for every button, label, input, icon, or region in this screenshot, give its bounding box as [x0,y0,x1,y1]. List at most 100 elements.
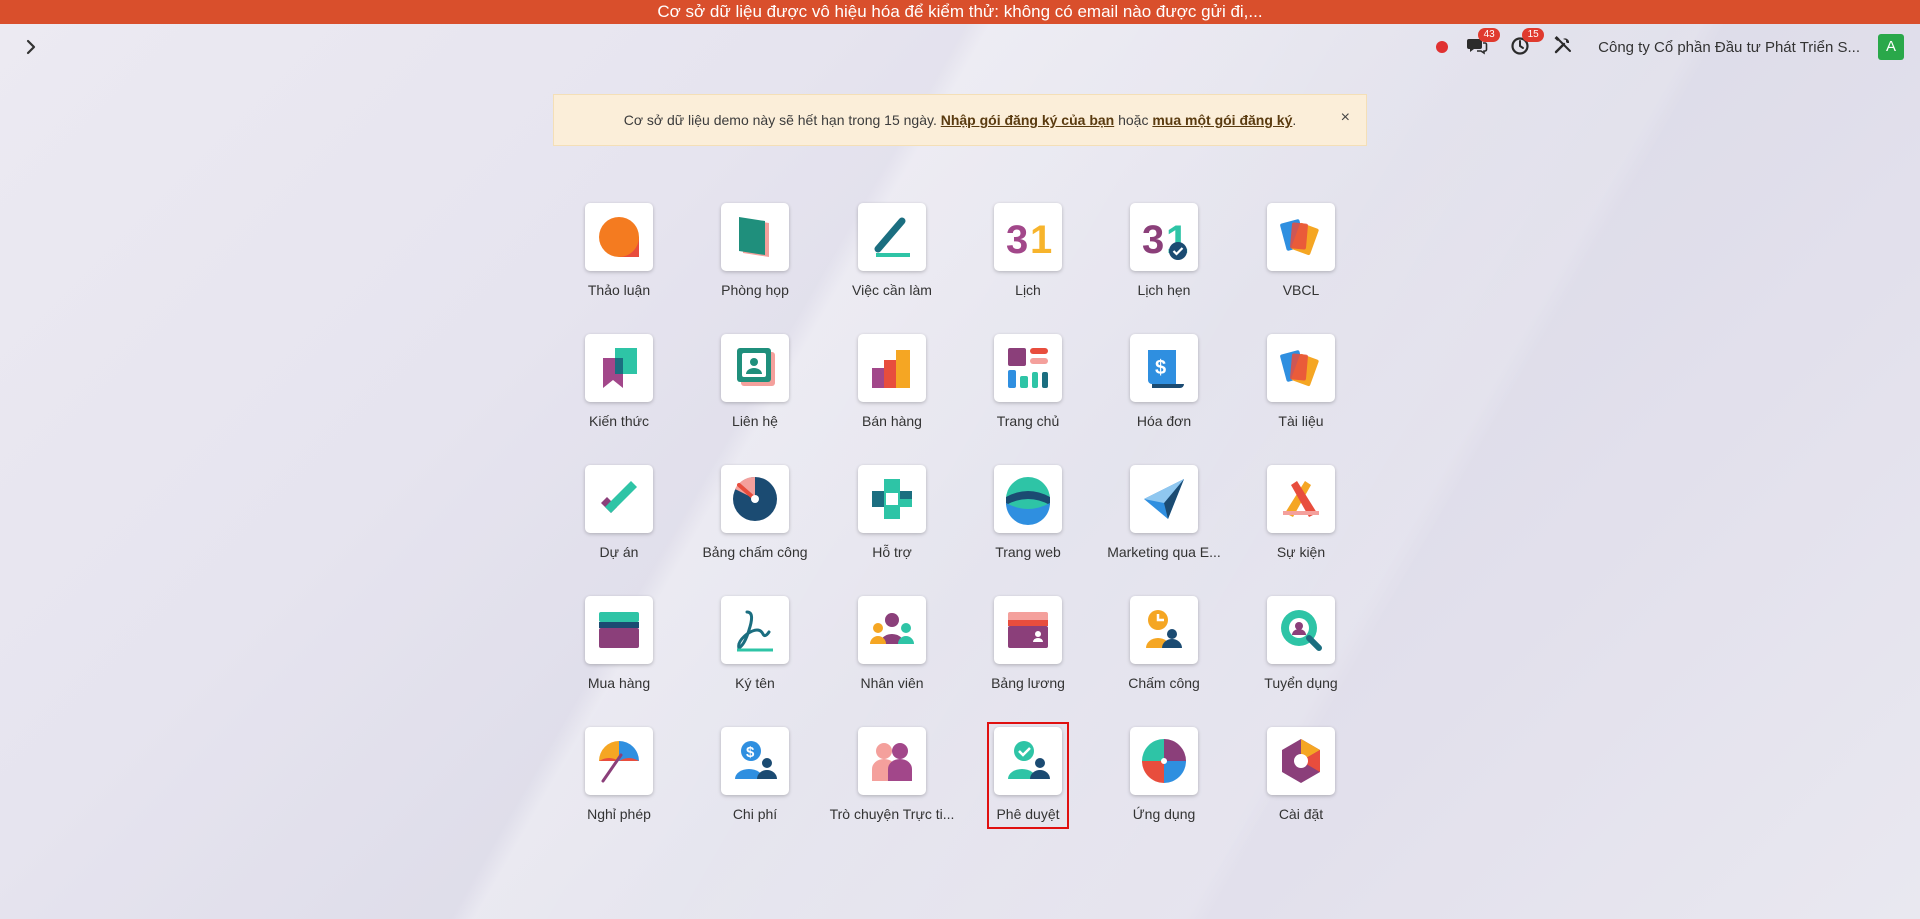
debug-tools-button[interactable] [1554,36,1580,58]
app-label: Thảo luận [587,282,651,298]
employees-icon [858,596,926,664]
app-label: Cài đặt [1278,806,1324,822]
app-email-marketing[interactable]: Marketing qua E... [1096,465,1232,575]
website-icon [994,465,1062,533]
app-label: Ký tên [735,675,775,691]
vbcl-icon [1267,203,1335,271]
app-recruitment[interactable]: Tuyển dụng [1233,596,1369,706]
app-project[interactable]: Dự án [551,465,687,575]
alert-text-after: . [1292,112,1297,128]
app-label: Hỗ trợ [872,544,912,560]
apps-icon [1130,727,1198,795]
app-settings[interactable]: Cài đặt [1233,727,1369,837]
app-label: Nghỉ phép [587,806,651,822]
project-icon [585,465,653,533]
app-label: Chi phí [732,806,778,822]
company-switcher[interactable]: Công ty Cổ phần Đầu tư Phát Triển S... [1598,39,1860,56]
alert-text: Cơ sở dữ liệu demo này sẽ hết hạn trong … [624,112,1297,128]
app-vbcl[interactable]: VBCL [1233,203,1369,313]
app-label: Phòng họp [721,282,789,298]
close-icon[interactable]: × [1341,109,1350,127]
messages-button[interactable]: 43 [1466,28,1501,58]
app-label: Bảng chấm công [702,544,808,560]
time-off-icon [585,727,653,795]
app-label: Nhân viên [860,675,924,691]
app-attendance[interactable]: Chấm công [1096,596,1232,706]
app-label: Lịch hẹn [1137,282,1191,298]
app-label: Hóa đơn [1136,413,1192,429]
documents-icon [1267,334,1335,402]
activities-button[interactable]: 15 [1510,28,1545,58]
user-avatar[interactable]: A [1878,34,1904,60]
app-label: Trang chủ [996,413,1060,429]
calendar-icon: 31 [994,203,1062,271]
app-timesheet[interactable]: Bảng chấm công [687,465,823,575]
knowledge-icon [585,334,653,402]
app-calendar[interactable]: 31 Lịch [960,203,1096,313]
app-label: VBCL [1282,282,1320,298]
navbar: 43 15 Công ty Cổ phần Đầu tư Phát Triển … [0,24,1920,70]
app-expenses[interactable]: $ Chi phí [687,727,823,837]
test-mode-banner: Cơ sở dữ liệu được vô hiệu hóa để kiểm t… [0,0,1920,24]
app-payroll[interactable]: Bảng lương [960,596,1096,706]
app-meeting-room[interactable]: Phòng họp [687,203,823,313]
app-label: Kiến thức [589,413,649,429]
app-label: Sự kiện [1276,544,1326,560]
tools-icon [1554,36,1572,54]
app-sales[interactable]: Bán hàng [824,334,960,444]
app-appointment[interactable]: 31 Lịch hẹn [1096,203,1232,313]
messages-count-badge: 43 [1478,28,1501,42]
app-label: Tuyển dụng [1264,675,1338,691]
app-label: Tài liệu [1278,413,1324,429]
events-icon [1267,465,1335,533]
buy-subscription-link[interactable]: mua một gói đăng ký [1152,112,1292,128]
app-label: Phê duyệt [996,806,1060,822]
contacts-icon [721,334,789,402]
app-sign[interactable]: Ký tên [687,596,823,706]
app-contacts[interactable]: Liên hệ [687,334,823,444]
app-time-off[interactable]: Nghỉ phép [551,727,687,837]
payroll-icon [994,596,1062,664]
app-label: Mua hàng [587,675,651,691]
register-subscription-link[interactable]: Nhập gói đăng ký của bạn [941,112,1114,128]
app-apps[interactable]: Ứng dụng [1096,727,1232,837]
svg-text:3: 3 [1006,218,1028,262]
app-events[interactable]: Sự kiện [1233,465,1369,575]
purchase-icon [585,596,653,664]
app-dashboard[interactable]: Trang chủ [960,334,1096,444]
app-label: Lịch [1015,282,1041,298]
attendance-icon [1130,596,1198,664]
app-employees[interactable]: Nhân viên [824,596,960,706]
discuss-icon [585,203,653,271]
app-purchase[interactable]: Mua hàng [551,596,687,706]
svg-text:1: 1 [1030,218,1052,262]
app-approvals[interactable]: Phê duyệt [960,727,1096,837]
dashboard-icon [994,334,1062,402]
navbar-systray: 43 15 Công ty Cổ phần Đầu tư Phát Triển … [1418,28,1904,62]
email-marketing-icon [1130,465,1198,533]
live-chat-icon [858,727,926,795]
app-discuss[interactable]: Thảo luận [551,203,687,313]
recording-indicator-icon[interactable] [1436,41,1449,53]
app-todo[interactable]: Việc cần làm [824,203,960,313]
app-website[interactable]: Trang web [960,465,1096,575]
app-label: Việc cần làm [852,282,932,298]
app-documents[interactable]: Tài liệu [1233,334,1369,444]
app-label: Chấm công [1128,675,1200,691]
svg-text:3: 3 [1142,218,1164,262]
settings-icon [1267,727,1335,795]
appointment-icon: 31 [1130,203,1198,271]
activities-count-badge: 15 [1522,28,1545,42]
app-invoice[interactable]: $ Hóa đơn [1096,334,1232,444]
alert-text-mid: hoặc [1114,112,1153,128]
app-live-chat[interactable]: Trò chuyện Trực ti... [824,727,960,837]
app-label: Liên hệ [732,413,778,429]
app-label: Bảng lương [991,675,1065,691]
chevron-right-icon[interactable] [20,36,42,58]
timesheet-icon [721,465,789,533]
invoice-icon: $ [1130,334,1198,402]
app-knowledge[interactable]: Kiến thức [551,334,687,444]
app-helpdesk[interactable]: Hỗ trợ [824,465,960,575]
app-label: Marketing qua E... [1107,544,1221,560]
svg-text:$: $ [1155,357,1166,379]
